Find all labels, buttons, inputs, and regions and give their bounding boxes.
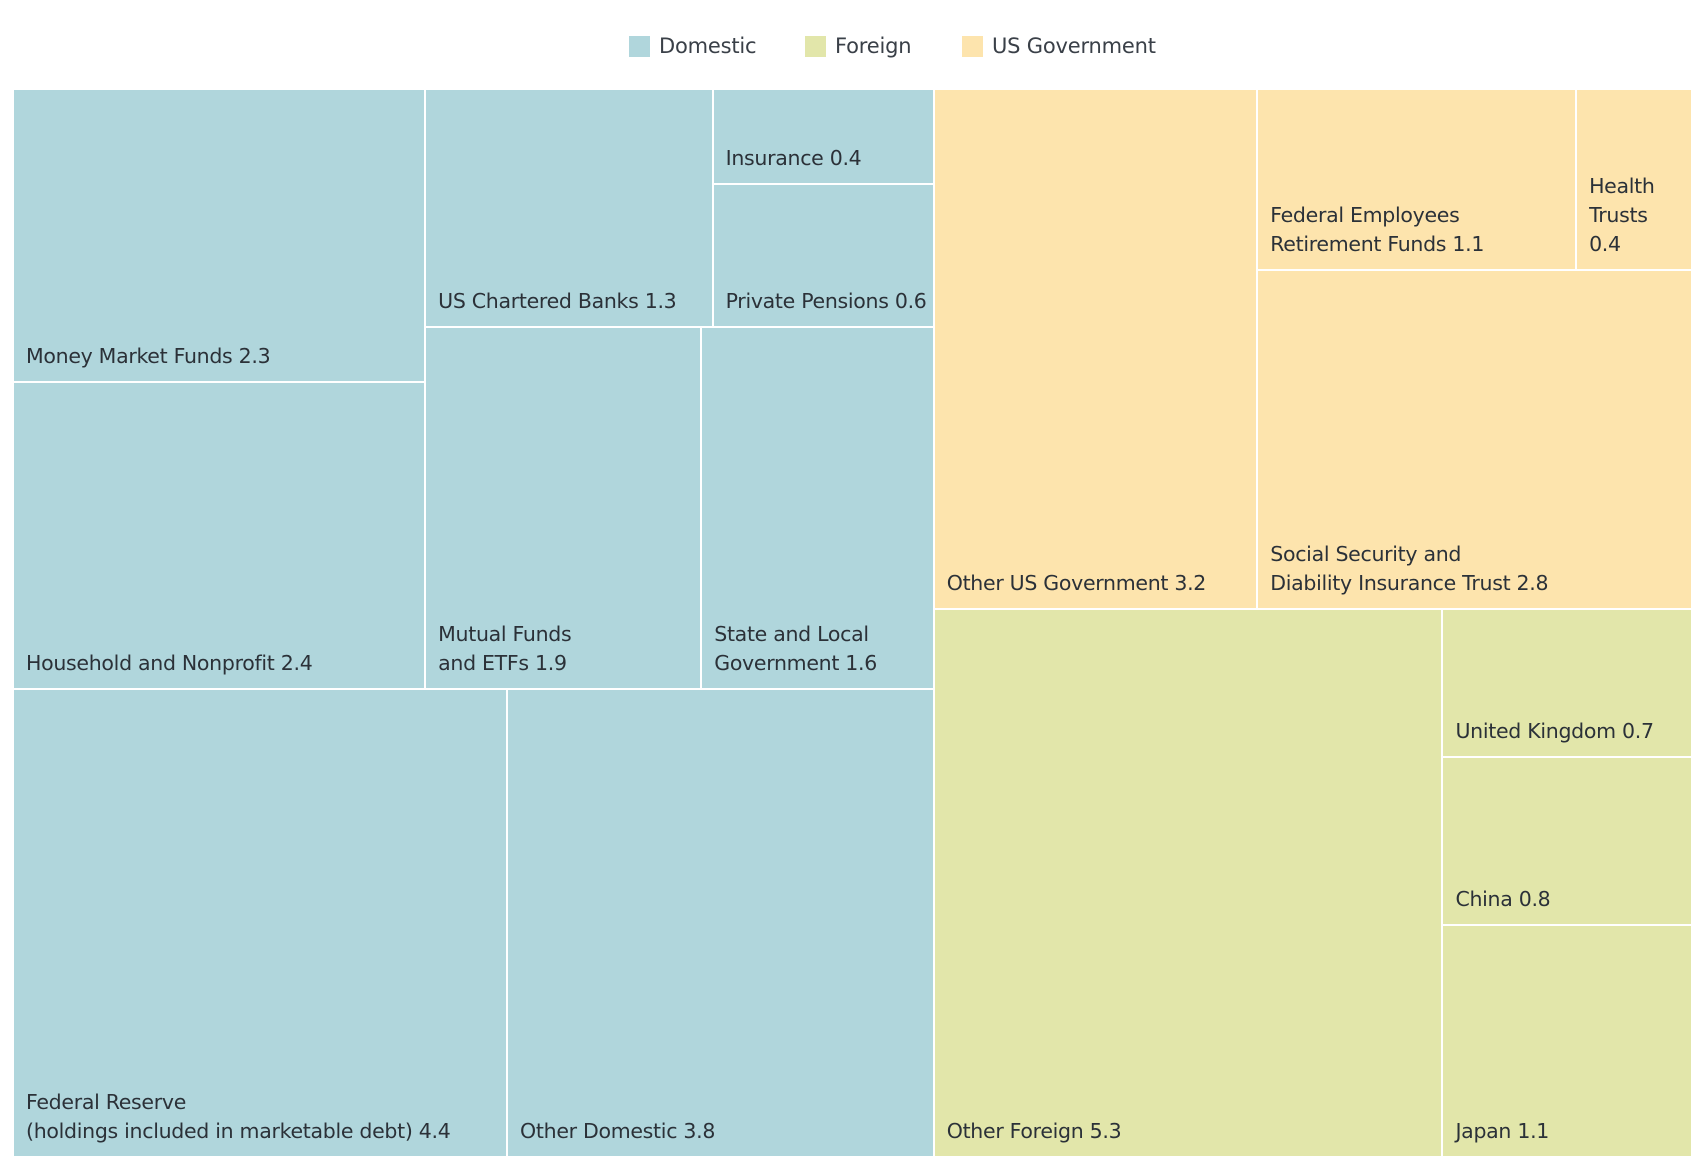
treemap-label-other-us-government: Other US Government 3.2 (946, 571, 1207, 596)
treemap-cell-other-foreign[interactable]: Other Foreign 5.3 (933, 609, 1443, 1157)
treemap-label-mutual-funds-etfs: Mutual Funds and ETFs 1.9 (438, 621, 572, 675)
treemap-cell-money-market-funds[interactable]: Money Market Funds 2.3 (13, 89, 426, 383)
treemap-cell-other-domestic[interactable]: Other Domestic 3.8 (507, 688, 934, 1157)
treemap-cell-social-security-disability[interactable]: Social Security and Diability Insurance … (1257, 270, 1692, 610)
treemap-label-money-market-funds: Money Market Funds 2.3 (26, 344, 271, 369)
treemap-label-federal-reserve: Federal Reserve (holdings included in ma… (26, 1089, 451, 1143)
treemap-cell-household-nonprofit[interactable]: Household and Nonprofit 2.4 (13, 382, 426, 689)
treemap-cell-china[interactable]: China 0.8 (1442, 756, 1692, 926)
treemap-label-japan: Japan 1.1 (1455, 1118, 1550, 1143)
treemap-cell-united-kingdom[interactable]: United Kingdom 0.7 (1442, 609, 1692, 757)
treemap-label-us-chartered-banks: US Chartered Banks 1.3 (438, 288, 677, 313)
treemap-cell-other-us-government[interactable]: Other US Government 3.2 (933, 89, 1258, 610)
treemap-cell-mutual-funds-etfs[interactable]: Mutual Funds and ETFs 1.9 (425, 326, 702, 689)
treemap-cell-insurance[interactable]: Insurance 0.4 (712, 89, 934, 185)
treemap-label-health-trusts: Health Trusts 0.4 (1589, 174, 1655, 257)
treemap-label-other-domestic: Other Domestic 3.8 (520, 1118, 716, 1143)
treemap-label-federal-employees-retirement: Federal Employees Retirement Funds 1.1 (1270, 203, 1485, 257)
treemap-label-insurance: Insurance 0.4 (725, 146, 862, 171)
treemap-cell-health-trusts[interactable]: Health Trusts 0.4 (1576, 89, 1692, 271)
treemap-cell-federal-employees-retirement[interactable]: Federal Employees Retirement Funds 1.1 (1257, 89, 1577, 271)
treemap-chart: Federal Reserve (holdings included in ma… (0, 0, 1700, 1171)
treemap-label-social-security-disability: Social Security and Diability Insurance … (1270, 542, 1549, 596)
treemap-cell-private-pensions[interactable]: Private Pensions 0.6 (712, 184, 934, 327)
treemap-label-china: China 0.8 (1455, 887, 1551, 912)
treemap-label-united-kingdom: United Kingdom 0.7 (1455, 718, 1654, 743)
treemap-label-household-nonprofit: Household and Nonprofit 2.4 (26, 650, 313, 675)
treemap-label-other-foreign: Other Foreign 5.3 (946, 1118, 1122, 1143)
treemap-label-state-local-government: State and Local Government 1.6 (714, 621, 877, 675)
treemap-cell-state-local-government[interactable]: State and Local Government 1.6 (701, 326, 934, 689)
treemap-cell-japan[interactable]: Japan 1.1 (1442, 925, 1692, 1157)
treemap-cell-federal-reserve[interactable]: Federal Reserve (holdings included in ma… (13, 688, 508, 1157)
treemap-cell-us-chartered-banks[interactable]: US Chartered Banks 1.3 (425, 89, 713, 327)
treemap-label-private-pensions: Private Pensions 0.6 (725, 288, 927, 313)
